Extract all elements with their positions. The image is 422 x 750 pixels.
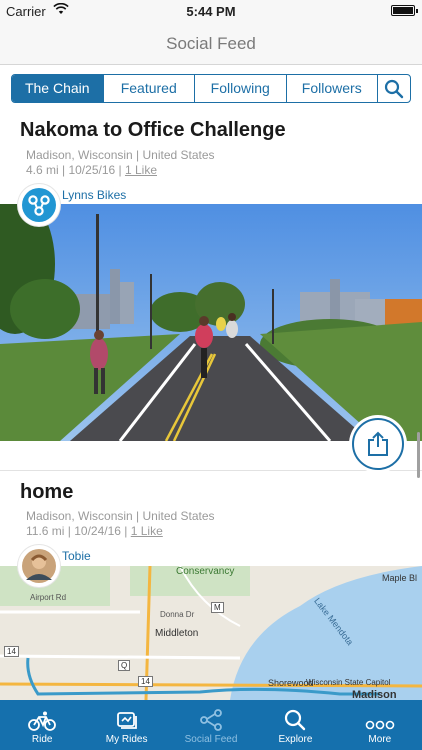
post-stats-text: 4.6 mi | 10/25/16 |: [26, 163, 125, 177]
avatar[interactable]: [18, 184, 60, 226]
tab-social-feed[interactable]: Social Feed: [169, 700, 253, 750]
tab-label: My Rides: [105, 734, 148, 745]
post-stats: 4.6 mi | 10/25/16 | 1 Like: [26, 162, 157, 178]
map-label-airport-rd: Airport Rd: [30, 593, 67, 602]
post-stats: 11.6 mi | 10/24/16 | 1 Like: [26, 523, 163, 539]
highway-m-shield: M: [211, 602, 224, 613]
feed-segmented-control: The Chain Featured Following Followers: [11, 74, 411, 103]
post-location: Madison, Wisconsin | United States: [26, 148, 215, 162]
post-divider: [0, 470, 422, 471]
post-title: home: [20, 481, 74, 503]
highway-14-shield: 14: [4, 646, 19, 657]
post-stats-text: 11.6 mi | 10/24/16 |: [26, 524, 131, 538]
page-title: Social Feed: [166, 34, 256, 53]
map-label-maple-bluff: Maple Bl: [382, 573, 418, 583]
map-label-donna-dr: Donna Dr: [160, 610, 195, 619]
likes-link[interactable]: 1 Like: [125, 163, 157, 177]
segment-followers[interactable]: Followers: [287, 75, 378, 102]
more-icon: [365, 720, 395, 730]
avatar[interactable]: [18, 545, 60, 587]
tab-label: Social Feed: [184, 734, 238, 745]
post-author[interactable]: Lynns Bikes: [62, 188, 126, 202]
tab-label: More: [368, 734, 392, 745]
tab-label: Ride: [31, 734, 53, 745]
tab-explore[interactable]: Explore: [253, 700, 337, 750]
map-label-capitol: Wisconsin State Capitol: [306, 678, 391, 687]
navigation-bar: Social Feed: [0, 22, 422, 65]
cyclists-path-photo: [0, 204, 422, 441]
tab-my-rides[interactable]: My Rides: [84, 700, 168, 750]
tab-ride[interactable]: Ride: [0, 700, 84, 750]
search-icon: [384, 79, 404, 98]
battery-icon: [391, 5, 418, 16]
post-location: Madison, Wisconsin | United States: [26, 509, 215, 523]
route-map[interactable]: Conservancy Airport Rd Donna Dr Middleto…: [0, 566, 422, 700]
likes-link[interactable]: 1 Like: [131, 524, 163, 538]
tab-bar: Ride My Rides Social Feed Explore More: [0, 700, 422, 750]
bike-chain-logo-icon: [22, 188, 56, 222]
segment-featured[interactable]: Featured: [104, 75, 195, 102]
tab-label: Explore: [278, 734, 313, 745]
scroll-indicator[interactable]: [417, 432, 420, 478]
feed-search-button[interactable]: [378, 75, 410, 102]
share-button[interactable]: [352, 418, 404, 470]
search-icon: [285, 709, 306, 731]
map-label-madison: Madison: [352, 689, 397, 700]
user-photo-icon: [22, 549, 56, 583]
post-photo[interactable]: [0, 204, 422, 441]
map-label-middleton: Middleton: [155, 628, 199, 639]
highway-q-shield: Q: [118, 660, 131, 671]
my-rides-icon: [116, 712, 137, 729]
tab-more[interactable]: More: [338, 700, 422, 750]
post-title: Nakoma to Office Challenge: [20, 119, 286, 141]
status-bar: Carrier 5:44 PM: [0, 0, 422, 22]
share-icon: [368, 431, 388, 456]
bike-icon: [28, 711, 57, 731]
segment-the-chain[interactable]: The Chain: [12, 75, 104, 102]
post-author[interactable]: Tobie: [62, 549, 91, 563]
clock: 5:44 PM: [186, 4, 236, 19]
map-label-conservancy: Conservancy: [176, 566, 235, 577]
share-network-icon: [200, 709, 222, 731]
highway-14-shield: 14: [138, 676, 153, 687]
segment-following[interactable]: Following: [195, 75, 287, 102]
